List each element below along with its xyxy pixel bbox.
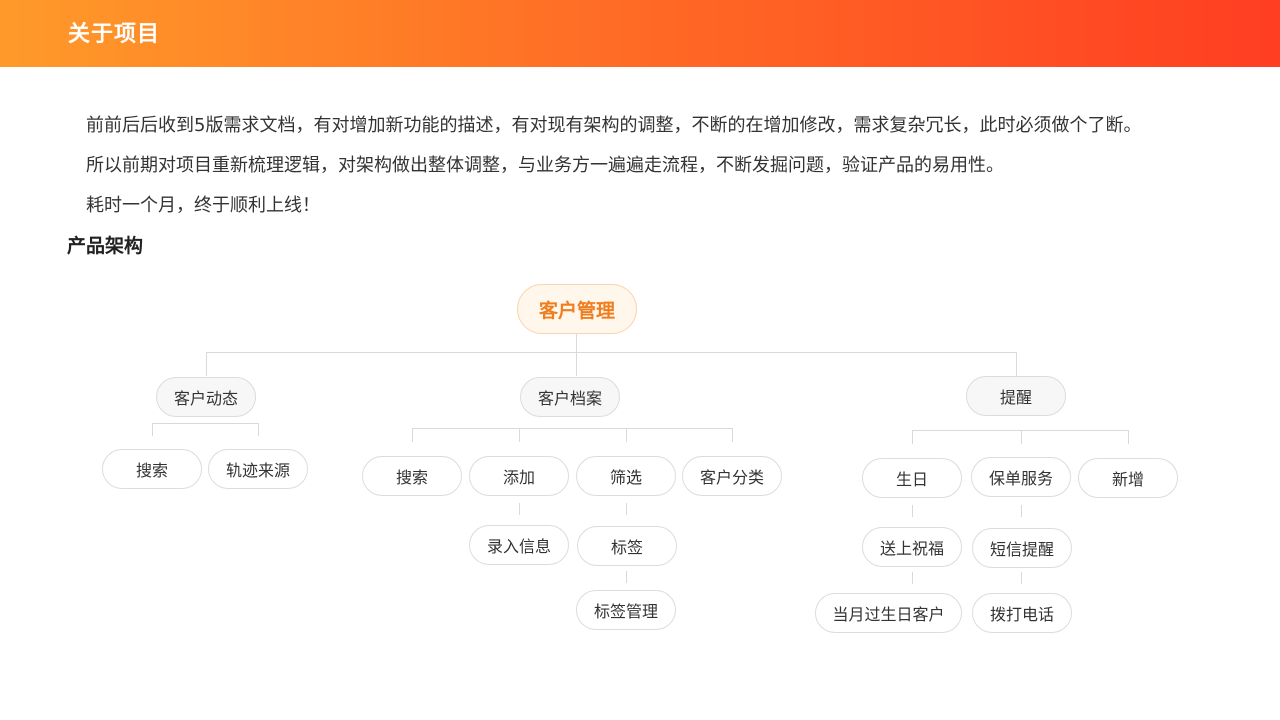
connector-line (152, 423, 153, 436)
connector-line (576, 334, 577, 352)
node-reminder-policy-service: 保单服务 (971, 457, 1071, 497)
connector-line (576, 352, 577, 376)
architecture-diagram: 客户管理 客户动态 客户档案 提醒 搜索 轨迹来源 搜索 添加 筛选 客户分类 … (0, 0, 1280, 720)
node-dynamics-track-source: 轨迹来源 (208, 449, 308, 489)
connector-line (206, 352, 1016, 353)
node-dynamics-search: 搜索 (102, 449, 202, 489)
node-profile-tag: 标签 (577, 526, 677, 566)
connector-line (519, 503, 520, 515)
node-profile-filter: 筛选 (576, 456, 676, 496)
node-profile-category: 客户分类 (682, 456, 782, 496)
node-profile-enter-info: 录入信息 (469, 525, 569, 565)
node-customer-profile: 客户档案 (520, 377, 620, 417)
connector-line (258, 423, 259, 436)
connector-line (206, 352, 207, 376)
node-reminder-birthday: 生日 (862, 458, 962, 498)
connector-line (1021, 572, 1022, 584)
connector-line (626, 503, 627, 515)
node-profile-search: 搜索 (362, 456, 462, 496)
connector-line (152, 423, 258, 424)
connector-line (626, 571, 627, 583)
node-reminder-sms: 短信提醒 (972, 528, 1072, 568)
connector-line (626, 428, 627, 442)
connector-line (412, 428, 413, 442)
connector-line (1021, 430, 1022, 444)
node-reminder: 提醒 (966, 376, 1066, 416)
node-profile-tag-management: 标签管理 (576, 590, 676, 630)
connector-line (519, 428, 520, 442)
connector-line (1128, 430, 1129, 444)
connector-line (732, 428, 733, 442)
node-reminder-call: 拨打电话 (972, 593, 1072, 633)
connector-line (1016, 352, 1017, 376)
connector-line (912, 572, 913, 584)
node-reminder-send-wishes: 送上祝福 (862, 527, 962, 567)
node-customer-dynamics: 客户动态 (156, 377, 256, 417)
node-root-customer-management: 客户管理 (517, 284, 637, 334)
connector-line (912, 430, 913, 444)
node-reminder-new: 新增 (1078, 458, 1178, 498)
connector-line (412, 428, 732, 429)
connector-line (912, 505, 913, 517)
connector-line (912, 430, 1128, 431)
node-profile-add: 添加 (469, 456, 569, 496)
node-reminder-birthday-this-month: 当月过生日客户 (815, 593, 962, 633)
connector-line (1021, 505, 1022, 517)
